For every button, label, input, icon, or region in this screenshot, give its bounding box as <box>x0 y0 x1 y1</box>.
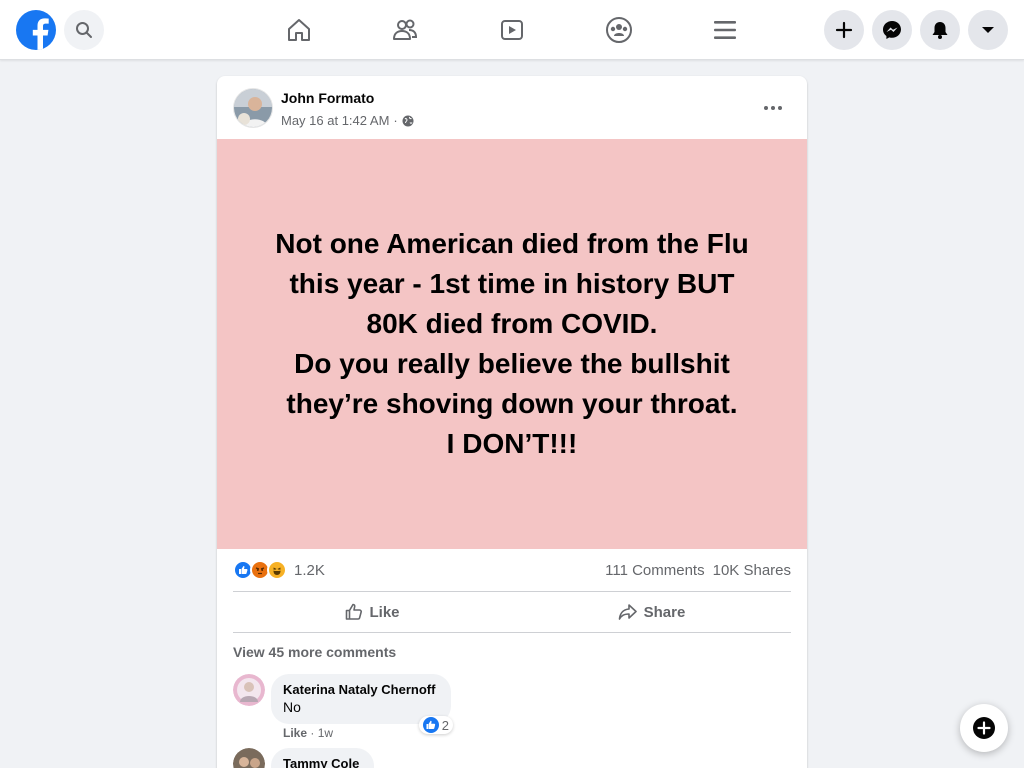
create-icon <box>835 21 853 39</box>
post-text-background: Not one American died from the Flu this … <box>217 139 807 549</box>
like-button[interactable]: Like <box>233 592 512 632</box>
notifications-button[interactable] <box>920 10 960 50</box>
friends-icon <box>393 19 418 40</box>
friends-nav-button[interactable] <box>389 14 421 46</box>
notifications-icon <box>932 22 948 39</box>
like-icon <box>346 603 363 620</box>
messenger-button[interactable] <box>872 10 912 50</box>
account-dropdown-button[interactable] <box>968 10 1008 50</box>
comments-count[interactable]: 111 Comments <box>605 562 705 579</box>
groups-icon <box>606 17 632 43</box>
account-dropdown-icon <box>982 27 994 33</box>
post-options-button[interactable] <box>755 90 791 126</box>
reaction-count[interactable]: 1.2K <box>294 562 325 579</box>
new-message-button[interactable] <box>960 704 1008 752</box>
post-message-line: 80K died from COVID. <box>366 308 658 339</box>
post-stats: 1.2K 111 Comments 10K Shares <box>233 558 791 582</box>
like-label: Like <box>369 603 400 621</box>
post-time[interactable]: May 16 at 1:42 AM <box>281 113 389 128</box>
search-icon <box>76 22 92 38</box>
menu-icon <box>714 21 736 39</box>
commenter-name[interactable]: Katerina Nataly Chernoff <box>283 682 439 697</box>
comment-meta-separator: · <box>310 726 318 740</box>
facebook-logo-icon[interactable] <box>16 10 56 50</box>
post-actions: Like Share <box>233 591 791 633</box>
more-options-icon <box>764 106 782 110</box>
shares-count[interactable]: 10K Shares <box>713 562 791 579</box>
groups-nav-button[interactable] <box>603 14 635 46</box>
comment-reactions[interactable]: 2 <box>418 716 453 734</box>
post-message: Not one American died from the Flu this … <box>245 224 778 464</box>
share-label: Share <box>643 603 686 621</box>
watch-nav-button[interactable] <box>496 14 528 46</box>
author-avatar[interactable] <box>233 88 273 128</box>
commenter-name[interactable]: Tammy Cole <box>283 756 362 768</box>
reactions-summary[interactable]: 1.2K <box>233 560 325 580</box>
engagement-counts: 111 Comments 10K Shares <box>605 562 791 579</box>
comment-item: Katerina Nataly Chernoff No 2 Like · 1w <box>233 674 493 744</box>
comment-bubble: Katerina Nataly Chernoff No 2 <box>271 674 453 734</box>
home-nav-button[interactable] <box>283 14 315 46</box>
author-name[interactable]: John Formato <box>281 90 374 106</box>
comment-like-link[interactable]: Like <box>283 726 307 740</box>
comment-time[interactable]: 1w <box>318 726 333 740</box>
post-message-line: this year - 1st time in history BUT <box>289 268 735 299</box>
search-button[interactable] <box>64 10 104 50</box>
post-card: John Formato May 16 at 1:42 AM · Not one… <box>217 76 807 768</box>
post-message-line: I DON’T!!! <box>446 428 578 459</box>
menu-nav-button[interactable] <box>709 14 741 46</box>
comment-reaction-count: 2 <box>441 717 449 733</box>
top-navigation-bar <box>0 0 1024 60</box>
haha-reaction-icon <box>267 560 287 580</box>
commenter-avatar[interactable] <box>233 674 265 706</box>
post-message-line: Not one American died from the Flu <box>275 228 749 259</box>
comment-meta: Like · 1w <box>283 726 333 740</box>
messenger-icon <box>883 21 901 39</box>
create-button[interactable] <box>824 10 864 50</box>
comment-bubble: Tammy Cole <box>271 748 374 768</box>
share-icon <box>618 604 637 620</box>
comment-item: Tammy Cole <box>233 748 493 768</box>
like-reaction-icon <box>422 717 439 733</box>
commenter-avatar[interactable] <box>233 748 265 768</box>
home-icon <box>288 19 310 41</box>
meta-separator: · <box>393 113 398 128</box>
post-message-line: they’re shoving down your throat. <box>286 388 738 419</box>
comment-text: No <box>283 699 301 715</box>
globe-icon <box>402 115 414 126</box>
watch-icon <box>501 20 523 40</box>
post-message-line: Do you really believe the bullshit <box>294 348 730 379</box>
new-message-icon <box>973 717 995 739</box>
post-meta: May 16 at 1:42 AM · <box>281 113 414 128</box>
view-more-comments-link[interactable]: View 45 more comments <box>233 644 396 660</box>
share-button[interactable]: Share <box>512 592 791 632</box>
